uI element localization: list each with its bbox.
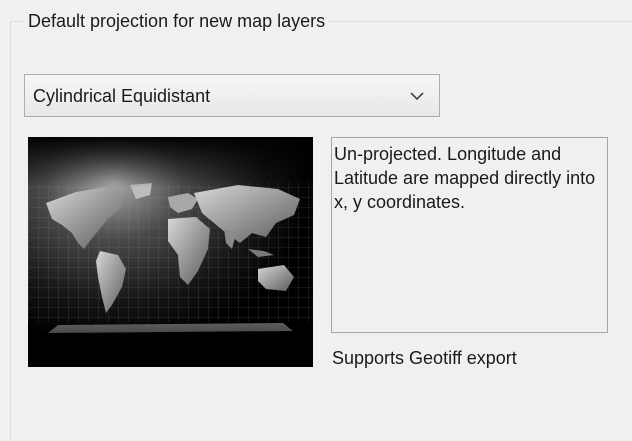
chevron-down-icon (409, 88, 425, 104)
projection-description-box: Un-projected. Longitude and Latitude are… (331, 137, 608, 333)
export-support-label: Supports Geotiff export (332, 348, 517, 368)
groupbox-title: Default projection for new map layers (24, 10, 330, 32)
projection-preview-image (28, 137, 313, 367)
projection-selected-value: Cylindrical Equidistant (33, 86, 211, 106)
projection-dropdown[interactable]: Cylindrical Equidistant (24, 74, 440, 117)
